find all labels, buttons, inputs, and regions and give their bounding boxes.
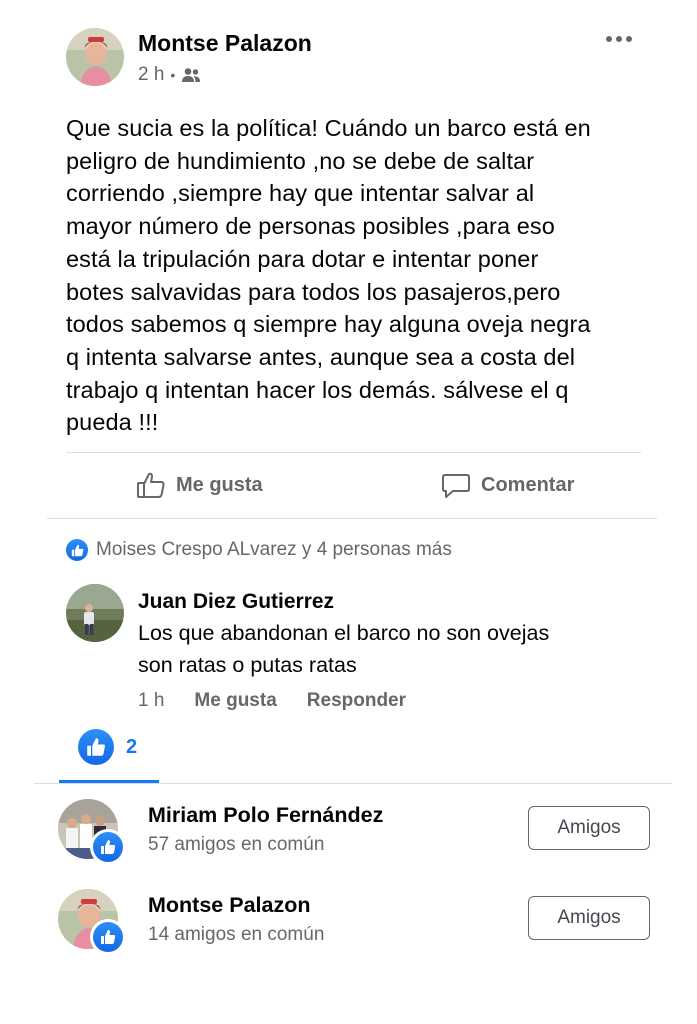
post-line: trabajo q intentan hacer los demás. sálv… [66, 376, 569, 403]
comment-like-link[interactable]: Me gusta [194, 690, 276, 712]
mutual-friends: 14 amigos en común [148, 924, 325, 945]
person-info: Miriam Polo Fernández 57 amigos en común [148, 803, 383, 856]
post-line: pueda !!! [66, 409, 159, 436]
comment-bubble-icon [441, 470, 471, 500]
post-author-avatar[interactable] [66, 28, 124, 86]
person-row[interactable]: Miriam Polo Fernández 57 amigos en común… [58, 797, 658, 865]
like-reaction-icon [66, 539, 88, 561]
comment-button[interactable]: Comentar [441, 470, 574, 500]
person-info: Montse Palazon 14 amigos en común [148, 893, 324, 946]
like-badge [90, 829, 126, 865]
friends-button[interactable]: Amigos [528, 896, 650, 940]
commenter-name[interactable]: Juan Diez Gutierrez [138, 590, 334, 614]
friends-button[interactable]: Amigos [528, 806, 650, 850]
reactions-summary[interactable]: Moises Crespo ALvarez y 4 personas más [66, 539, 452, 561]
friends-icon [181, 67, 201, 83]
post-line: está la tripulación para dotar e intenta… [66, 245, 539, 272]
person-row[interactable]: Montse Palazon 14 amigos en común Amigos [58, 887, 658, 955]
post-meta: 2 h • [138, 64, 201, 86]
comment-body: Los que abandonan el barco no son ovejas… [138, 617, 658, 681]
like-tab-icon [78, 729, 114, 765]
comment-actions: 1 h Me gusta Responder [138, 690, 406, 712]
meta-separator: • [170, 67, 176, 83]
reactions-text: Moises Crespo ALvarez y 4 personas más [96, 539, 452, 560]
commenter-avatar[interactable] [66, 584, 124, 642]
post-line: todos sabemos q siempre hay alguna oveja… [66, 311, 591, 338]
post-time[interactable]: 2 h [138, 64, 164, 86]
mutual-friends: 57 amigos en común [148, 834, 325, 855]
post-body: Que sucia es la política! Cuándo un barc… [66, 112, 666, 439]
post-author-name[interactable]: Montse Palazon [138, 30, 312, 57]
person-name[interactable]: Miriam Polo Fernández [148, 803, 383, 828]
thumbs-up-icon [136, 470, 166, 500]
likes-tab[interactable]: 2 [78, 729, 137, 765]
post-divider [66, 452, 641, 453]
tab-divider [34, 783, 672, 784]
like-label: Me gusta [176, 473, 263, 496]
actions-divider [47, 518, 657, 519]
likes-count: 2 [126, 735, 138, 758]
comment-label: Comentar [481, 473, 575, 496]
comment-reply-link[interactable]: Responder [307, 690, 406, 712]
post-line: q intenta salvarse antes, aunque sea a c… [66, 343, 576, 370]
comment-line: son ratas o putas ratas [138, 653, 357, 677]
post-line: mayor número de personas posibles ,para … [66, 213, 555, 240]
post-line: peligro de hundimiento ,no se debe de sa… [66, 147, 535, 174]
comment-time[interactable]: 1 h [138, 690, 164, 712]
comment-line: Los que abandonan el barco no son ovejas [138, 621, 550, 645]
person-name[interactable]: Montse Palazon [148, 893, 324, 918]
more-dots-icon[interactable] [604, 32, 634, 46]
post-line: Que sucia es la política! Cuándo un barc… [66, 115, 591, 141]
post-line: botes salvavidas para todos los pasajero… [66, 278, 561, 305]
like-button[interactable]: Me gusta [136, 470, 263, 500]
post-line: corriendo ,siempre hay que intentar salv… [66, 180, 535, 207]
like-badge [90, 919, 126, 955]
